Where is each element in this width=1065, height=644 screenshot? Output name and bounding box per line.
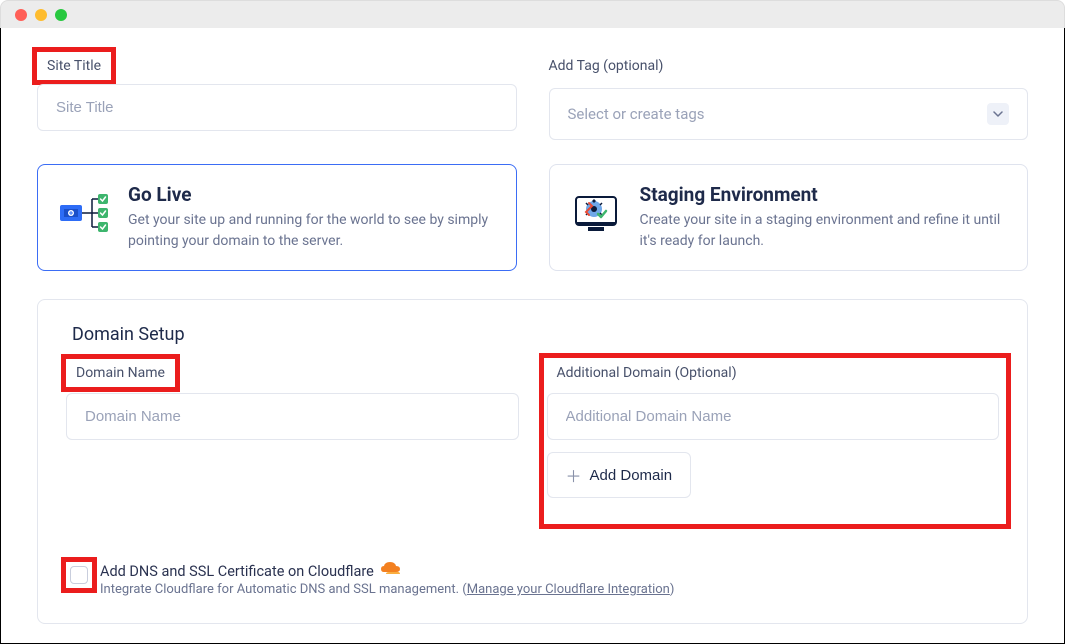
go-live-icon bbox=[58, 187, 110, 243]
add-tag-select[interactable]: Select or create tags bbox=[549, 88, 1029, 140]
close-window-button[interactable] bbox=[15, 9, 27, 21]
staging-title: Staging Environment bbox=[640, 183, 1008, 206]
go-live-description: Get your site up and running for the wor… bbox=[128, 210, 496, 252]
domain-name-label: Domain Name bbox=[66, 359, 175, 387]
cloudflare-checkbox-highlight bbox=[66, 562, 92, 588]
window-body: Site Title Add Tag (optional) Select or … bbox=[0, 28, 1065, 644]
staging-icon bbox=[570, 187, 622, 243]
minimize-window-button[interactable] bbox=[35, 9, 47, 21]
manage-cloudflare-link[interactable]: Manage your Cloudflare Integration bbox=[467, 582, 670, 597]
site-title-label: Site Title bbox=[37, 52, 111, 80]
domain-setup-heading: Domain Setup bbox=[72, 324, 999, 345]
go-live-card[interactable]: Go Live Get your site up and running for… bbox=[37, 164, 517, 271]
staging-environment-card[interactable]: Staging Environment Create your site in … bbox=[549, 164, 1029, 271]
domain-setup-section: Domain Setup Domain Name Additional Doma… bbox=[37, 299, 1028, 624]
window-titlebar bbox=[0, 0, 1065, 28]
add-domain-label: Add Domain bbox=[590, 467, 673, 484]
add-domain-button[interactable]: ＋ Add Domain bbox=[547, 452, 692, 498]
cloudflare-checkbox[interactable] bbox=[70, 566, 88, 584]
maximize-window-button[interactable] bbox=[55, 9, 67, 21]
additional-domain-input[interactable] bbox=[547, 393, 1000, 440]
add-tag-placeholder: Select or create tags bbox=[568, 105, 705, 123]
add-tag-label: Add Tag (optional) bbox=[549, 52, 1029, 80]
domain-name-input[interactable] bbox=[66, 393, 519, 440]
plus-icon: ＋ bbox=[566, 463, 582, 487]
cloudflare-main-label: Add DNS and SSL Certificate on Cloudflar… bbox=[100, 563, 374, 580]
go-live-title: Go Live bbox=[128, 183, 496, 206]
cloudflare-icon bbox=[380, 562, 402, 580]
cloudflare-sub-label: Integrate Cloudflare for Automatic DNS a… bbox=[100, 582, 674, 597]
staging-description: Create your site in a staging environmen… bbox=[640, 210, 1008, 252]
chevron-down-icon bbox=[987, 103, 1009, 125]
site-title-input[interactable] bbox=[37, 84, 517, 131]
additional-domain-label: Additional Domain (Optional) bbox=[547, 359, 747, 387]
